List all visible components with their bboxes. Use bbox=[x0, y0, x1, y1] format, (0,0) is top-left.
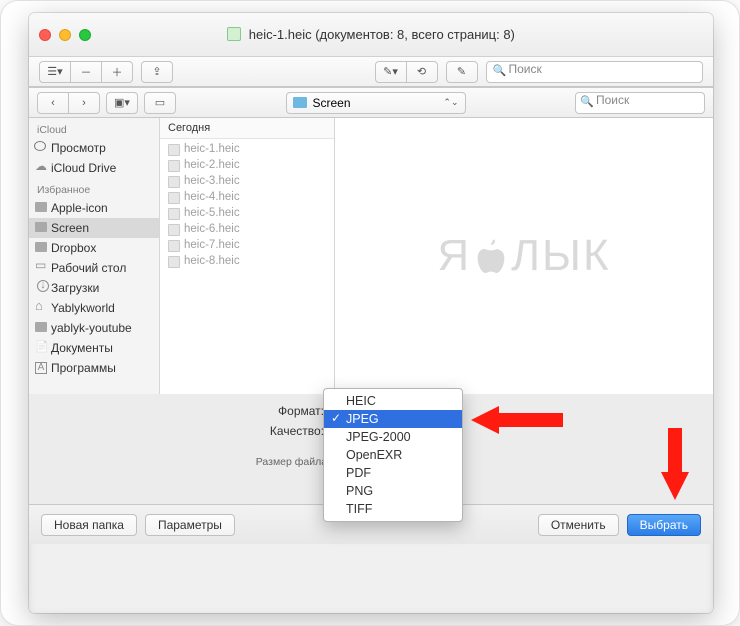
sidebar-section-header: Избранное bbox=[29, 178, 159, 198]
format-dropdown[interactable]: HEICJPEGJPEG-2000OpenEXRPDFPNGTIFF bbox=[323, 388, 463, 522]
sidebar-item[interactable]: Загрузки bbox=[29, 278, 159, 298]
folder-icon bbox=[293, 97, 307, 108]
format-option[interactable]: JPEG-2000 bbox=[324, 428, 462, 446]
zoom-in-button[interactable]: ＋ bbox=[101, 61, 133, 83]
chevron-updown-icon: ⌃⌄ bbox=[443, 97, 458, 108]
options-button[interactable]: Параметры bbox=[145, 514, 235, 536]
format-option[interactable]: PDF bbox=[324, 464, 462, 482]
desktop-icon bbox=[35, 262, 47, 272]
new-folder-button[interactable]: Новая папка bbox=[41, 514, 137, 536]
file-item[interactable]: heic-5.heic bbox=[160, 205, 334, 221]
zoom-out-button[interactable]: － bbox=[70, 61, 102, 83]
file-item[interactable]: heic-1.heic bbox=[160, 141, 334, 157]
sidebar-toggle-button[interactable]: ☰▾ bbox=[39, 61, 71, 83]
sidebar-item-label: Документы bbox=[51, 341, 113, 355]
sidebar-item-label: Рабочий стол bbox=[51, 261, 126, 275]
maximize-button[interactable] bbox=[79, 29, 91, 41]
sidebar-item[interactable]: Screen bbox=[29, 218, 159, 238]
cancel-button[interactable]: Отменить bbox=[538, 514, 619, 536]
preview-pane: Я ЛЫК bbox=[335, 118, 713, 394]
sidebar-item[interactable]: Документы bbox=[29, 338, 159, 358]
window-title: heic-1.heic (документов: 8, всего страни… bbox=[29, 27, 713, 42]
home-icon bbox=[35, 302, 47, 312]
apple-icon bbox=[475, 237, 507, 275]
filesize-label: Размер файла: bbox=[45, 456, 330, 468]
main-toolbar: ☰▾ － ＋ ⇪ ✎▾ ⟲ ✎ Поиск bbox=[29, 57, 713, 87]
sheet-sidebar: iCloud Просмотр iCloud Drive Избранное Apple… bbox=[29, 118, 160, 394]
sidebar-item-label: Просмотр bbox=[51, 141, 106, 155]
sidebar-item-label: yablyk-youtube bbox=[51, 321, 132, 335]
rotate-button[interactable]: ⟲ bbox=[406, 61, 438, 83]
format-option[interactable]: PNG bbox=[324, 482, 462, 500]
minimize-button[interactable] bbox=[59, 29, 71, 41]
column-header: Сегодня bbox=[160, 118, 334, 139]
export-options: Формат: Качество: Размер файла: HEICJPEG… bbox=[29, 394, 713, 504]
folder-icon bbox=[35, 202, 47, 212]
document-icon bbox=[227, 27, 241, 41]
sidebar-item[interactable]: iCloud Drive bbox=[29, 158, 159, 178]
sidebar-section-header: iCloud bbox=[29, 118, 159, 138]
format-label: Формат: bbox=[45, 404, 330, 418]
file-item[interactable]: heic-6.heic bbox=[160, 221, 334, 237]
quality-label: Качество: bbox=[45, 424, 330, 438]
sidebar-item-label: Программы bbox=[51, 361, 116, 375]
file-item[interactable]: heic-8.heic bbox=[160, 253, 334, 269]
sidebar-item[interactable]: Yablykworld bbox=[29, 298, 159, 318]
folder-icon bbox=[35, 322, 47, 332]
sidebar-item-label: Screen bbox=[51, 221, 89, 235]
sidebar-item-label: Apple-icon bbox=[51, 201, 108, 215]
view-mode-button[interactable]: ▣▾ bbox=[106, 92, 138, 114]
sidebar-item[interactable]: Рабочий стол bbox=[29, 258, 159, 278]
app-icon bbox=[35, 362, 47, 372]
sheet-search-input[interactable]: Поиск bbox=[575, 92, 705, 114]
sidebar-item-label: Yablykworld bbox=[51, 301, 115, 315]
sidebar-item[interactable]: Dropbox bbox=[29, 238, 159, 258]
annotation-arrow-choose bbox=[661, 428, 689, 500]
main-search-input[interactable]: Поиск bbox=[486, 61, 704, 83]
file-item[interactable]: heic-4.heic bbox=[160, 189, 334, 205]
markup-button[interactable]: ✎▾ bbox=[375, 61, 407, 83]
watermark: Я ЛЫК bbox=[437, 231, 610, 281]
sidebar-item[interactable]: Apple-icon bbox=[29, 198, 159, 218]
preview-icon bbox=[34, 141, 46, 151]
file-column: Сегодня heic-1.heicheic-2.heicheic-3.hei… bbox=[160, 118, 335, 394]
file-item[interactable]: heic-7.heic bbox=[160, 237, 334, 253]
folder-icon bbox=[35, 242, 47, 252]
sidebar-item-label: Загрузки bbox=[51, 281, 99, 295]
sheet-toolbar: ‹ › ▣▾ ▭ Screen ⌃⌄ Поиск bbox=[29, 88, 713, 118]
cloud-icon bbox=[35, 162, 47, 172]
sidebar-item[interactable]: yablyk-youtube bbox=[29, 318, 159, 338]
format-option[interactable]: JPEG bbox=[324, 410, 462, 428]
share-button[interactable]: ⇪ bbox=[141, 61, 173, 83]
format-option[interactable]: TIFF bbox=[324, 500, 462, 518]
format-option[interactable]: HEIC bbox=[324, 392, 462, 410]
location-popup[interactable]: Screen ⌃⌄ bbox=[286, 92, 466, 114]
nav-back-button[interactable]: ‹ bbox=[37, 92, 69, 114]
choose-button[interactable]: Выбрать bbox=[627, 514, 701, 536]
preview-window: heic-1.heic (документов: 8, всего страни… bbox=[29, 13, 713, 613]
edit-button[interactable]: ✎ bbox=[446, 61, 478, 83]
nav-forward-button[interactable]: › bbox=[68, 92, 100, 114]
folder-icon bbox=[35, 222, 47, 232]
file-browser: iCloud Просмотр iCloud Drive Избранное Apple… bbox=[29, 118, 713, 394]
location-label: Screen bbox=[313, 96, 351, 110]
format-option[interactable]: OpenEXR bbox=[324, 446, 462, 464]
title-bar: heic-1.heic (документов: 8, всего страни… bbox=[29, 13, 713, 57]
sidebar-item-label: iCloud Drive bbox=[51, 161, 116, 175]
doc-icon bbox=[35, 342, 47, 352]
sidebar-item[interactable]: Программы bbox=[29, 358, 159, 378]
annotation-arrow-format bbox=[471, 406, 563, 434]
save-sheet: ‹ › ▣▾ ▭ Screen ⌃⌄ Поиск iCloudПросмотрi… bbox=[29, 87, 713, 613]
file-item[interactable]: heic-2.heic bbox=[160, 157, 334, 173]
download-icon bbox=[35, 282, 47, 292]
sidebar-item-label: Dropbox bbox=[51, 241, 96, 255]
close-button[interactable] bbox=[39, 29, 51, 41]
path-button[interactable]: ▭ bbox=[144, 92, 176, 114]
sidebar-item[interactable]: Просмотр bbox=[29, 138, 159, 158]
file-item[interactable]: heic-3.heic bbox=[160, 173, 334, 189]
